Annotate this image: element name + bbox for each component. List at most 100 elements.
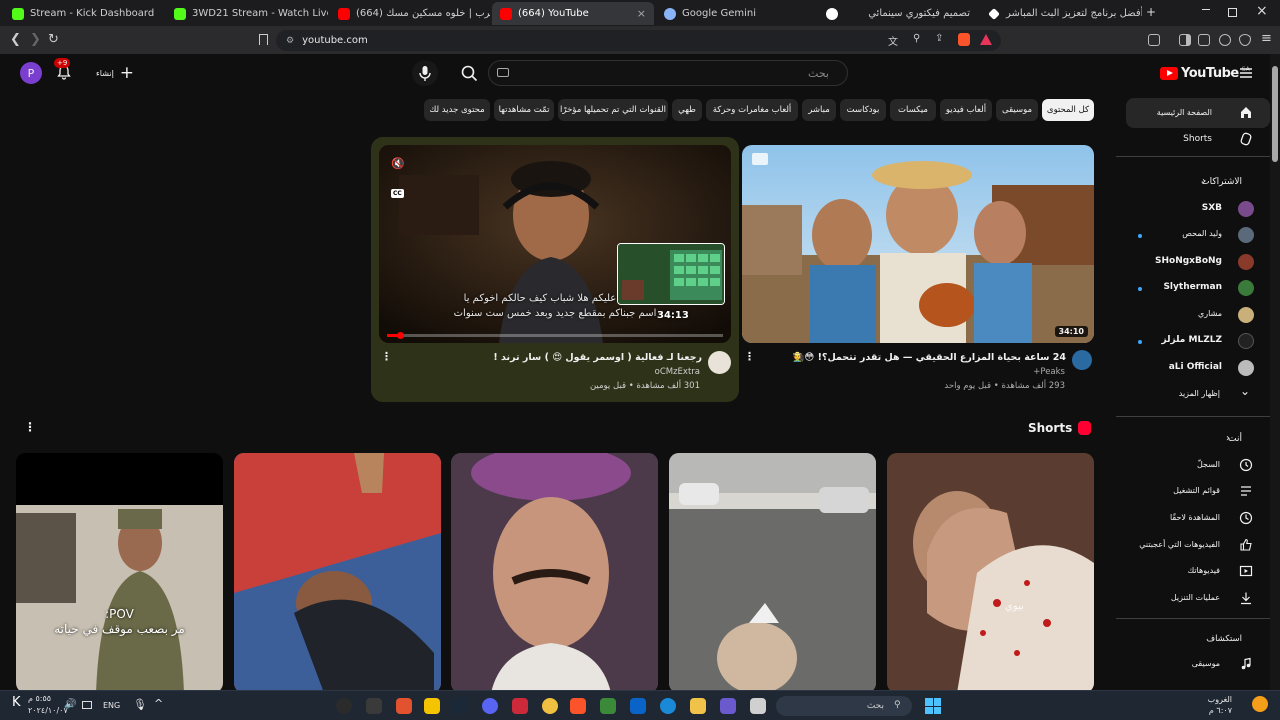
wallet-icon[interactable] bbox=[1198, 34, 1210, 46]
video-title[interactable]: 24 ساعة بحياة المزارع الحقيقي — هل تقدر … bbox=[744, 352, 1066, 363]
sidebar-subscription[interactable]: وليد المحص bbox=[1182, 229, 1222, 238]
network-icon[interactable] bbox=[82, 701, 92, 709]
speaker-k-icon[interactable]: K bbox=[12, 695, 21, 710]
chip-watched[interactable]: تمّت مشاهدتها bbox=[494, 99, 554, 121]
minimize-icon[interactable] bbox=[1202, 9, 1210, 10]
app-icon[interactable] bbox=[424, 698, 440, 714]
chip-cooking[interactable]: طهي bbox=[672, 99, 702, 121]
sidebar-item-music[interactable]: موسيقى bbox=[1192, 659, 1220, 668]
notifications-button[interactable]: +9 bbox=[54, 58, 72, 80]
chevron-up-icon[interactable]: ^ bbox=[154, 697, 163, 710]
channel-avatar[interactable] bbox=[1072, 350, 1092, 370]
store-icon[interactable] bbox=[600, 698, 616, 714]
sidebar-item-history[interactable]: السجلّ bbox=[1197, 460, 1220, 469]
youtube-logo[interactable]: YouTube SA bbox=[1160, 66, 1250, 81]
bookmark-icon[interactable] bbox=[259, 34, 268, 45]
short-card[interactable] bbox=[451, 453, 658, 693]
tab-kick-dashboard[interactable]: Stream - Kick Dashboard bbox=[4, 2, 164, 25]
sidebar-show-more[interactable]: إظهار المزيد bbox=[1179, 389, 1220, 398]
maximize-icon[interactable] bbox=[1228, 8, 1237, 17]
obs-icon[interactable] bbox=[336, 698, 352, 714]
video-preview-player[interactable]: السلام عليكم هلا شباب كيف حالكم اخوكم يا… bbox=[379, 145, 731, 343]
voice-search-button[interactable] bbox=[412, 60, 438, 86]
menu-icon[interactable]: ≡ bbox=[1261, 31, 1272, 46]
close-tab-icon[interactable]: × bbox=[637, 7, 646, 20]
sidebar-subscription[interactable]: aLi Official bbox=[1169, 362, 1222, 372]
extensions-icon[interactable] bbox=[1148, 34, 1160, 46]
sidebar-toggle-icon[interactable] bbox=[1179, 34, 1191, 46]
video-thumbnail[interactable]: 34:10 bbox=[742, 145, 1094, 343]
chip-gaming[interactable]: ألعاب فيديو bbox=[940, 99, 992, 121]
app-icon[interactable] bbox=[750, 698, 766, 714]
sidebar-subscription[interactable]: SHoNgxBoNg bbox=[1155, 256, 1222, 266]
tab-youtube-home[interactable]: (664) YouTube × bbox=[492, 2, 654, 25]
chevron-right-icon[interactable]: › bbox=[1226, 433, 1230, 444]
sidebar-item-playlists[interactable]: قوائم التشغيل bbox=[1173, 486, 1220, 495]
short-card[interactable]: POV: مر بصعب موقف في حياته bbox=[16, 453, 223, 693]
search-button[interactable] bbox=[456, 60, 482, 86]
sidebar-item-your-videos[interactable]: فيديوهاتك bbox=[1188, 566, 1220, 575]
edge-icon[interactable] bbox=[660, 698, 676, 714]
translate-icon[interactable]: 文 bbox=[888, 33, 898, 48]
site-info-icon[interactable]: ⚙ bbox=[286, 36, 294, 46]
short-card[interactable]: بيوي bbox=[887, 453, 1094, 693]
you-header[interactable]: أنت bbox=[1228, 434, 1242, 444]
video-title[interactable]: رجعنا لـ فعالية ( اوسمر يقول 😍 ) سار ترن… bbox=[402, 352, 702, 363]
short-card[interactable] bbox=[669, 453, 876, 693]
account-avatar[interactable]: P bbox=[20, 62, 42, 84]
shorts-more-icon[interactable]: ⋮ bbox=[24, 420, 36, 434]
close-window-icon[interactable]: × bbox=[1256, 3, 1268, 19]
app-icon[interactable] bbox=[396, 698, 412, 714]
sidebar-subscription[interactable]: SXB bbox=[1202, 203, 1222, 213]
weather-label[interactable]: الغروب bbox=[1208, 695, 1232, 704]
channel-avatar[interactable] bbox=[708, 351, 731, 374]
share-icon[interactable]: ⇪ bbox=[935, 33, 943, 44]
brave-shield-icon[interactable] bbox=[958, 33, 970, 46]
volume-icon[interactable]: 🔊 bbox=[64, 699, 76, 710]
url-text[interactable]: youtube.com bbox=[302, 35, 368, 46]
brave-rewards-icon[interactable] bbox=[980, 34, 992, 45]
chip-all[interactable]: كل المحتوى bbox=[1042, 99, 1094, 121]
tab-alwala[interactable]: الولاء | أفضل برنامج لتعزيز البث المباشر bbox=[980, 2, 1142, 25]
sidebar-item-watch-later[interactable]: المشاهدة لاحقًا bbox=[1170, 513, 1220, 522]
brave-beta-icon[interactable] bbox=[512, 698, 528, 714]
subscriptions-header[interactable]: الاشتراكات bbox=[1201, 177, 1242, 187]
clock-time[interactable]: ٥:٥٥ م bbox=[28, 694, 51, 703]
omnibox[interactable]: ⚙ youtube.com 文 ⚲ ⇪ bbox=[276, 30, 1001, 51]
captions-button[interactable]: CC bbox=[391, 189, 404, 198]
discord-icon[interactable] bbox=[482, 698, 498, 714]
file-explorer-icon[interactable] bbox=[690, 698, 706, 714]
chevron-right-icon[interactable]: › bbox=[1202, 176, 1206, 187]
back-icon[interactable]: ❮ bbox=[10, 32, 21, 47]
steam-icon[interactable] bbox=[452, 698, 468, 714]
app-icon[interactable] bbox=[720, 698, 736, 714]
keyboard-icon[interactable] bbox=[497, 68, 509, 77]
start-button[interactable] bbox=[925, 698, 941, 714]
language-indicator[interactable]: ENG bbox=[103, 701, 120, 710]
sunset-weather-icon[interactable] bbox=[1252, 696, 1268, 712]
sidebar-item-liked[interactable]: الفيديوهات التي أعجبتني bbox=[1139, 540, 1220, 549]
forward-icon[interactable]: ❯ bbox=[30, 32, 41, 47]
tab-youtube-song[interactable]: (664) خليجي طرب | خلوه مسكين مسك bbox=[330, 2, 490, 25]
sidebar-subscription[interactable]: Slytherman bbox=[1163, 282, 1222, 292]
scrollbar-thumb[interactable] bbox=[1272, 66, 1278, 162]
sidebar-item-downloads[interactable]: عمليات التنزيل bbox=[1171, 593, 1220, 602]
tab-victory-design[interactable]: تصميم فيكتوري سينمائي bbox=[818, 2, 978, 25]
progress-track[interactable] bbox=[387, 334, 723, 337]
chip-live[interactable]: مباشر bbox=[802, 99, 836, 121]
capcut-icon[interactable] bbox=[366, 698, 382, 714]
outlook-icon[interactable] bbox=[630, 698, 646, 714]
chevron-down-icon[interactable]: ⌄ bbox=[1240, 384, 1250, 398]
create-button[interactable]: إنشاء + bbox=[96, 65, 134, 82]
sidebar-item-shorts[interactable]: Shorts bbox=[1183, 134, 1212, 144]
video-more-icon[interactable]: ⋮ bbox=[381, 350, 392, 363]
channel-name[interactable]: oCMzExtra bbox=[655, 367, 700, 377]
chip-music[interactable]: موسيقى bbox=[996, 99, 1038, 121]
chip-action-adventure[interactable]: ألعاب مغامرات وحركة bbox=[706, 99, 798, 121]
sidebar-subscription[interactable]: مشاري bbox=[1198, 309, 1222, 318]
chip-mixes[interactable]: ميكسات bbox=[890, 99, 936, 121]
video-more-icon[interactable]: ⋮ bbox=[744, 350, 755, 363]
clock-date[interactable]: ٢٠٢٤/١٠/٠٧ bbox=[28, 706, 68, 715]
search-input[interactable]: بحث bbox=[488, 60, 848, 86]
vpn-icon[interactable] bbox=[1239, 34, 1251, 46]
